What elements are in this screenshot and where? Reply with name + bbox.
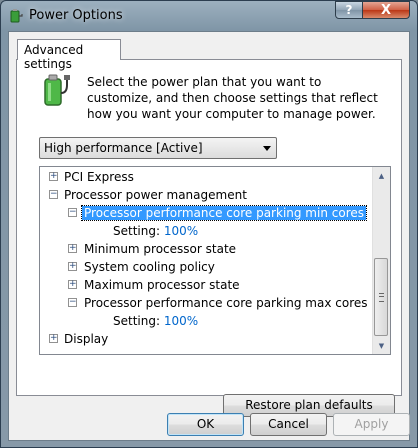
- tree-item-label: Processor power management: [64, 188, 247, 202]
- tree-item-setting-max[interactable]: Setting: 100%: [113, 312, 198, 330]
- tree-item-maximum-processor-state[interactable]: + Maximum processor state: [68, 276, 240, 294]
- expand-icon[interactable]: +: [49, 172, 58, 181]
- power-options-window: Power Options ? X Advanced settings Sele…: [0, 0, 418, 448]
- close-button[interactable]: X: [362, 1, 410, 19]
- scroll-up-icon[interactable]: ▲: [373, 167, 390, 184]
- grip-icon: [379, 293, 384, 302]
- title-bar[interactable]: Power Options ? X: [1, 1, 417, 31]
- setting-label: Setting:: [113, 224, 161, 238]
- expand-icon[interactable]: +: [68, 262, 77, 271]
- collapse-icon[interactable]: −: [49, 190, 58, 199]
- scroll-thumb[interactable]: [374, 258, 388, 336]
- tree-item-display[interactable]: + Display: [49, 330, 108, 348]
- tree-item-processor-power-management[interactable]: − Processor power management: [49, 186, 247, 204]
- setting-value[interactable]: 100%: [164, 314, 198, 328]
- tree-item-minimum-processor-state[interactable]: + Minimum processor state: [68, 240, 236, 258]
- tree-item-system-cooling-policy[interactable]: + System cooling policy: [68, 258, 215, 276]
- chevron-down-icon: [263, 146, 271, 151]
- tree-item-core-parking-max[interactable]: − Processor performance core parking max…: [68, 294, 368, 312]
- tree-item-core-parking-min[interactable]: − Processor performance core parking min…: [68, 204, 367, 222]
- apply-button[interactable]: Apply: [333, 413, 410, 436]
- tree-item-label: Maximum processor state: [84, 278, 240, 292]
- tree-item-label: Processor performance core parking min c…: [81, 205, 367, 221]
- vertical-scrollbar[interactable]: ▲ ▼: [372, 167, 390, 354]
- tree-item-label: Minimum processor state: [84, 242, 237, 256]
- collapse-icon[interactable]: −: [68, 208, 77, 217]
- tree-item-label: PCI Express: [64, 170, 134, 184]
- expand-icon[interactable]: +: [68, 244, 77, 253]
- tree-item-setting-min[interactable]: Setting: 100%: [113, 222, 198, 240]
- power-options-icon: [10, 9, 23, 23]
- power-plan-value: High performance [Active]: [44, 141, 203, 155]
- scroll-down-icon[interactable]: ▼: [373, 337, 390, 354]
- battery-plug-icon: [44, 74, 70, 106]
- dialog-client-area: Advanced settings Select the power plan …: [8, 31, 410, 441]
- ok-button[interactable]: OK: [167, 413, 244, 436]
- tree-item-label: Display: [64, 332, 109, 346]
- window-title: Power Options: [29, 8, 123, 23]
- expand-icon[interactable]: +: [49, 334, 58, 343]
- advanced-settings-panel: Select the power plan that you want to c…: [16, 59, 402, 417]
- power-plan-dropdown[interactable]: High performance [Active]: [39, 137, 277, 159]
- settings-tree[interactable]: + PCI Express − Processor power manageme…: [39, 166, 391, 355]
- cancel-button[interactable]: Cancel: [250, 413, 327, 436]
- help-button[interactable]: ?: [335, 1, 363, 19]
- expand-icon[interactable]: +: [68, 280, 77, 289]
- tab-advanced-settings[interactable]: Advanced settings: [17, 39, 121, 71]
- setting-value[interactable]: 100%: [164, 224, 198, 238]
- tree-item-label: System cooling policy: [84, 260, 215, 274]
- tree-item-pci-express[interactable]: + PCI Express: [49, 168, 134, 186]
- setting-label: Setting:: [113, 314, 161, 328]
- collapse-icon[interactable]: −: [68, 298, 77, 307]
- instructions-text: Select the power plan that you want to c…: [87, 75, 378, 121]
- tree-item-label: Processor performance core parking max c…: [84, 296, 368, 310]
